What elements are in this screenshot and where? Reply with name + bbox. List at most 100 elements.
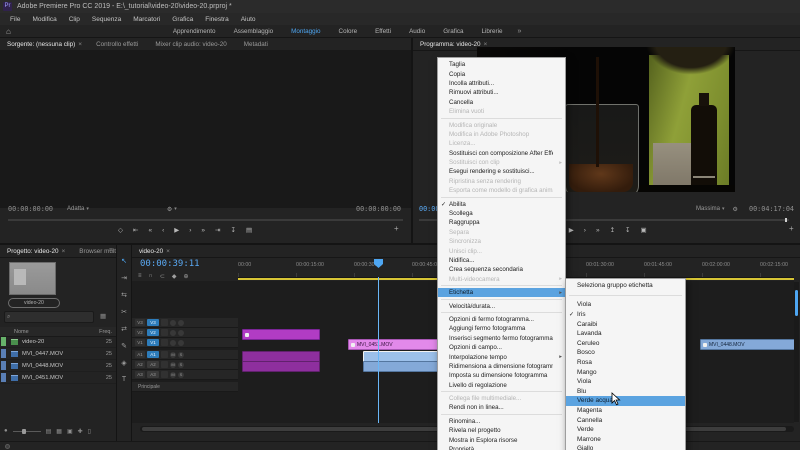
context-menu-item[interactable]: Abilita xyxy=(438,199,565,208)
video-track-header[interactable]: V2 V2 xyxy=(132,328,238,338)
menubar-item[interactable]: Modifica xyxy=(26,16,62,23)
eye-icon[interactable] xyxy=(170,329,176,336)
context-menu-item[interactable]: Etichetta xyxy=(438,287,565,298)
menubar-item[interactable]: Finestra xyxy=(199,16,234,23)
delete-icon[interactable]: ▯ xyxy=(88,428,91,435)
track-target-button[interactable]: A1 xyxy=(147,351,159,358)
label-submenu-item[interactable]: Bosco xyxy=(566,348,685,358)
timeline-clip-video[interactable] xyxy=(242,329,320,340)
filter-bin-icon[interactable]: ▦ xyxy=(100,312,106,320)
context-menu-item[interactable]: Elimina vuoti xyxy=(438,107,565,116)
column-name[interactable]: Nome xyxy=(14,329,29,335)
context-menu-item[interactable]: Sincronizza xyxy=(438,237,565,246)
selection-tool[interactable]: ↖ xyxy=(121,257,127,265)
source-settings-icon[interactable]: ⚙ xyxy=(167,206,172,213)
label-submenu-item[interactable]: Iris xyxy=(566,310,685,320)
context-menu-item[interactable]: Esegui rendering e sostituisci... xyxy=(438,167,565,176)
video-track-header[interactable]: V3 V3 xyxy=(132,318,238,328)
context-menu-item[interactable]: Opzioni di campo... xyxy=(438,343,565,352)
mark-in-icon[interactable]: ⇤ xyxy=(133,226,138,234)
label-submenu-item[interactable]: Blu xyxy=(566,387,685,397)
context-menu-item[interactable]: Esporta come modello di grafica animata.… xyxy=(438,186,565,195)
context-menu-item[interactable]: Copia xyxy=(438,69,565,78)
home-icon[interactable]: ⌂ xyxy=(6,27,11,36)
track-target-button[interactable]: A3 xyxy=(147,371,159,378)
context-menu-item[interactable]: Inserisci segmento fermo fotogramma xyxy=(438,334,565,343)
new-bin-icon[interactable]: ▣ xyxy=(67,428,73,435)
context-menu-item[interactable]: Rimuovi attributi... xyxy=(438,88,565,97)
audio-track-header[interactable]: A3 A3 M S xyxy=(132,370,238,380)
MVI_0451.MOV[interactable]: MVI_0451.MOV 25 xyxy=(0,372,116,384)
label-submenu-item[interactable]: Viola xyxy=(566,377,685,387)
context-menu-item[interactable]: Ridimensiona a dimensione fotogramma xyxy=(438,362,565,371)
lock-icon[interactable] xyxy=(161,339,168,346)
source-fit-dropdown[interactable]: Adatta xyxy=(67,206,84,212)
label-submenu-item[interactable]: Lavanda xyxy=(566,329,685,339)
label-color-chip[interactable] xyxy=(1,349,6,358)
label-color-chip[interactable] xyxy=(1,337,6,346)
context-menu-item[interactable]: Incolla attributi... xyxy=(438,79,565,88)
context-menu-item[interactable]: Aggiungi fermo fotogramma xyxy=(438,324,565,333)
context-menu-item[interactable]: Separa xyxy=(438,228,565,237)
context-menu-item[interactable]: Licenza... xyxy=(438,139,565,148)
timeline-settings-icon[interactable]: ≡ xyxy=(138,273,142,280)
label-submenu-item[interactable]: Ceruleo xyxy=(566,339,685,349)
context-menu-item[interactable]: Livello di regolazione xyxy=(438,381,565,390)
context-menu-item[interactable]: Proprietà xyxy=(438,445,565,450)
linked-selection-icon[interactable]: ⊂ xyxy=(160,273,165,280)
label-submenu-item[interactable]: Mango xyxy=(566,367,685,377)
context-menu-item[interactable]: Nidifica... xyxy=(438,256,565,265)
timeline-clip-audio[interactable] xyxy=(242,361,320,372)
audio-track-header[interactable]: A2 A2 M S xyxy=(132,360,238,370)
source-panel-tab[interactable]: Mixer clip audio: video-20 xyxy=(148,41,236,48)
hand-tool[interactable]: ◈ xyxy=(121,359,126,367)
menubar-item[interactable]: Marcatori xyxy=(127,16,166,23)
readout-icon[interactable]: ● xyxy=(4,428,8,434)
context-menu-item[interactable]: Modifica in Adobe Photoshop xyxy=(438,130,565,139)
label-submenu-item[interactable] xyxy=(566,291,685,301)
source-panel-tab[interactable]: Controllo effetti xyxy=(89,41,148,48)
source-panel-tab[interactable]: Sorgente: (nessuna clip) × xyxy=(0,41,89,48)
menubar-item[interactable]: File xyxy=(4,16,26,23)
context-menu-item[interactable]: Mostra in Esplora risorse xyxy=(438,435,565,444)
context-menu-item[interactable]: Collega file multimediale... xyxy=(438,394,565,403)
eye-icon[interactable] xyxy=(170,319,176,326)
MVI_0448.MOV[interactable]: MVI_0448.MOV 25 xyxy=(0,360,116,372)
source-patch[interactable]: A2 xyxy=(135,361,145,368)
eye-icon[interactable] xyxy=(170,339,176,346)
source-patch[interactable]: V3 xyxy=(135,319,145,326)
menubar-item[interactable]: Clip xyxy=(63,16,86,23)
timeline-wrench-icon[interactable]: ⊕ xyxy=(183,273,188,280)
mark-out-icon[interactable]: ⇥ xyxy=(215,226,220,234)
label-color-chip[interactable] xyxy=(1,373,6,382)
label-submenu-item[interactable]: Verde xyxy=(566,425,685,435)
new-item-icon[interactable]: ✚ xyxy=(78,428,83,435)
context-menu-item[interactable]: Raggruppa xyxy=(438,218,565,227)
step-back-icon[interactable]: ‹ xyxy=(162,227,164,234)
track-select-tool[interactable]: ⇥ xyxy=(121,274,127,282)
context-menu-item[interactable]: Taglia xyxy=(438,60,565,69)
lock-icon[interactable] xyxy=(161,351,168,358)
MVI_0447.MOV[interactable]: MVI_0447.MOV 25 xyxy=(0,348,116,360)
label-color-chip[interactable] xyxy=(1,361,6,370)
workspace-tab[interactable]: Apprendimento xyxy=(164,28,225,35)
label-submenu-item[interactable]: Cannella xyxy=(566,415,685,425)
icon-view-icon[interactable]: ▦ xyxy=(56,428,62,435)
list-view-icon[interactable]: ▤ xyxy=(46,428,52,435)
source-patch[interactable]: A1 xyxy=(135,351,145,358)
insert-icon[interactable]: ↧ xyxy=(231,226,236,234)
master-track-header[interactable]: Principale xyxy=(132,382,238,392)
lock-icon[interactable] xyxy=(161,371,168,378)
context-menu-item[interactable]: Rinomina... xyxy=(438,417,565,426)
context-menu-item[interactable]: Rendi non in linea... xyxy=(438,403,565,412)
project-panel-tab[interactable]: Progetto: video-20 × xyxy=(0,248,72,255)
track-options-icon[interactable] xyxy=(178,319,184,326)
menubar-item[interactable]: Grafica xyxy=(166,16,199,23)
track-target-button[interactable]: V1 xyxy=(147,339,159,346)
label-submenu-item[interactable]: Seleziona gruppo etichetta xyxy=(566,281,685,291)
ripple-edit-tool[interactable]: ⇆ xyxy=(121,291,127,299)
context-menu-item[interactable]: Crea sequenza secondaria xyxy=(438,265,565,274)
go-to-in-icon[interactable]: « xyxy=(148,227,152,234)
context-menu-item[interactable]: Ripristina senza rendering xyxy=(438,177,565,186)
context-menu-item[interactable]: Modifica originale xyxy=(438,120,565,129)
